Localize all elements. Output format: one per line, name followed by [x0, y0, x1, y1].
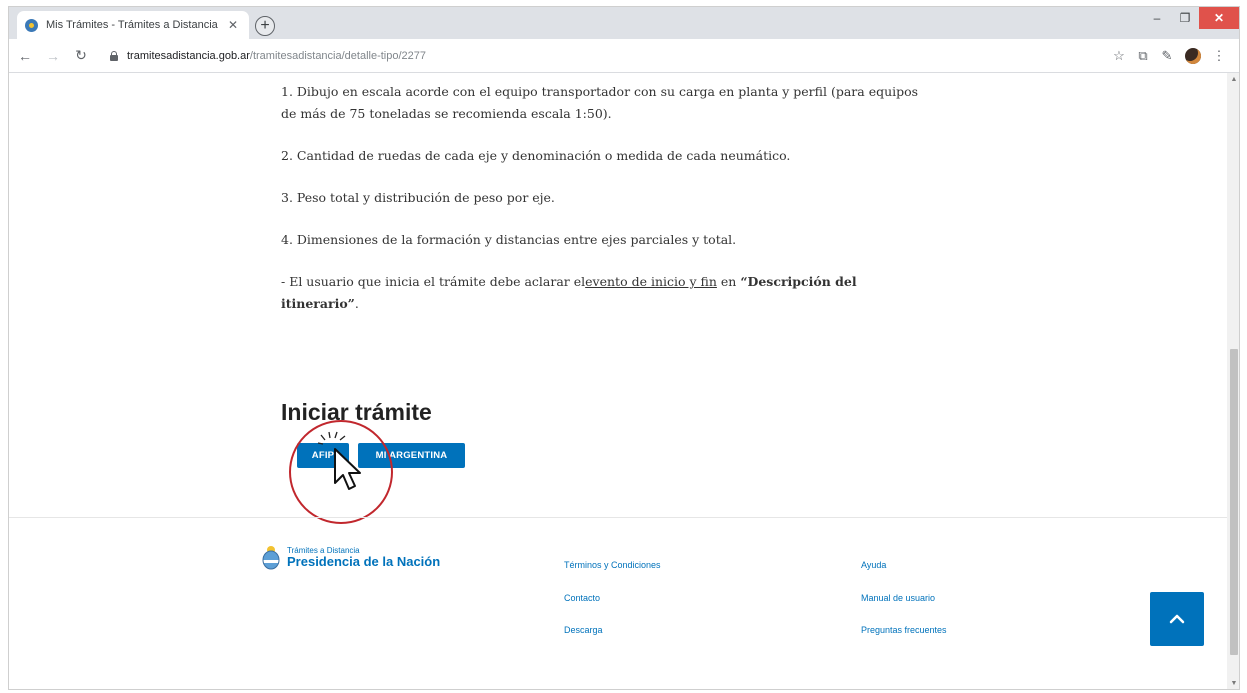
scroll-down-arrow-icon[interactable]: ▼	[1227, 677, 1239, 689]
itinerary-note: - El usuario que inicia el trámite debe …	[281, 271, 921, 315]
link-user-manual[interactable]: Manual de usuario	[861, 593, 935, 603]
tab-strip: Mis Trámites - Trámites a Distancia ✕ + …	[9, 7, 1239, 39]
argentina-favicon-icon	[25, 18, 38, 32]
link-contact[interactable]: Contacto	[564, 593, 600, 603]
tab-close-icon[interactable]: ✕	[225, 18, 241, 32]
close-window-button[interactable]: ✕	[1199, 7, 1239, 29]
browser-tab[interactable]: Mis Trámites - Trámites a Distancia ✕	[17, 11, 249, 39]
extension-icon[interactable]: ⧉	[1131, 48, 1155, 64]
requirement-item: 3. Peso total y distribución de peso por…	[281, 190, 555, 205]
browser-toolbar: ← → ↻ tramitesadistancia.gob.ar/tramites…	[9, 39, 1239, 73]
note-prefix: - El usuario que inicia el trámite debe …	[281, 274, 586, 289]
vertical-scrollbar[interactable]: ▲ ▼	[1227, 73, 1239, 689]
coat-of-arms-icon	[262, 546, 280, 570]
minimize-button[interactable]: –	[1143, 7, 1171, 29]
url-host: tramitesadistancia.gob.ar	[127, 50, 250, 62]
scrollbar-thumb[interactable]	[1230, 349, 1238, 655]
note-middle: en	[716, 274, 741, 289]
toolbar-actions: ☆ ⧉ ✎ ⋮	[1107, 44, 1231, 68]
page-content: 1. Dibujo en escala acorde con el equipo…	[9, 73, 1227, 689]
requirement-item: 4. Dimensiones de la formación y distanc…	[281, 232, 737, 247]
note-end: .	[354, 296, 359, 311]
browser-window: Mis Trámites - Trámites a Distancia ✕ + …	[8, 6, 1240, 690]
back-arrow-icon[interactable]: ←	[13, 48, 37, 64]
scroll-to-top-button[interactable]	[1150, 592, 1204, 646]
brand-name: Presidencia de la Nación	[287, 553, 441, 569]
tab-title: Mis Trámites - Trámites a Distancia	[46, 19, 218, 31]
window-controls: – ❐ ✕	[1143, 7, 1239, 29]
footer-brand[interactable]: Trámites a Distancia Presidencia de la N…	[261, 544, 440, 570]
event-link[interactable]: evento de inicio y fin	[585, 274, 717, 289]
brand-text: Trámites a Distancia Presidencia de la N…	[287, 546, 440, 569]
profile-avatar[interactable]	[1185, 48, 1201, 64]
bookmark-star-icon[interactable]: ☆	[1107, 48, 1131, 64]
requirement-item: 1. Dibujo en escala acorde con el equipo…	[281, 84, 919, 121]
pencil-icon[interactable]: ✎	[1155, 48, 1179, 64]
new-tab-button[interactable]: +	[255, 16, 275, 36]
address-bar[interactable]: tramitesadistancia.gob.ar/tramitesadista…	[109, 44, 1094, 68]
menu-kebab-icon[interactable]: ⋮	[1207, 48, 1231, 64]
maximize-button[interactable]: ❐	[1171, 7, 1199, 29]
mouse-pointer-icon	[334, 448, 361, 490]
link-help[interactable]: Ayuda	[861, 560, 886, 570]
reload-icon[interactable]: ↻	[69, 47, 93, 64]
link-terms[interactable]: Términos y Condiciones	[564, 560, 661, 570]
url-path: /tramitesadistancia/detalle-tipo/2277	[249, 50, 427, 62]
link-faq[interactable]: Preguntas frecuentes	[861, 625, 947, 635]
forward-arrow-icon[interactable]: →	[41, 48, 65, 64]
lock-icon	[109, 51, 119, 61]
footer: Trámites a Distancia Presidencia de la N…	[9, 517, 1227, 689]
requirements-text: 1. Dibujo en escala acorde con el equipo…	[281, 81, 921, 335]
chevron-up-icon	[1169, 614, 1185, 624]
link-download[interactable]: Descarga	[564, 625, 603, 635]
requirement-item: 2. Cantidad de ruedas de cada eje y deno…	[281, 148, 791, 163]
scroll-up-arrow-icon[interactable]: ▲	[1227, 73, 1239, 87]
